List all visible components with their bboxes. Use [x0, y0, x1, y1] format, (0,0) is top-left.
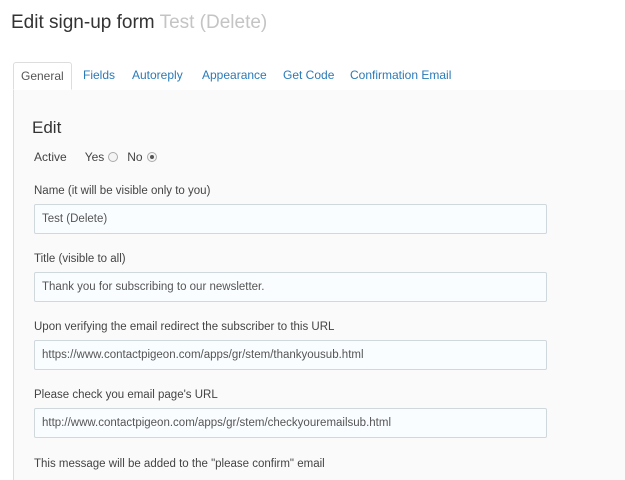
active-no-option[interactable]: No: [127, 150, 157, 164]
tab-general[interactable]: General: [13, 62, 72, 90]
active-no-radio[interactable]: [146, 152, 157, 162]
page-title-text: Edit sign-up form: [11, 12, 155, 33]
active-yes-option[interactable]: Yes: [85, 150, 119, 164]
name-input[interactable]: [34, 204, 547, 234]
redirect-url-label: Upon verifying the email redirect the su…: [34, 321, 335, 333]
check-email-url-label: Please check you email page's URL: [34, 389, 218, 401]
active-no-label: No: [127, 150, 143, 164]
section-title: Edit: [32, 118, 62, 137]
edit-panel: Edit Active Yes No Name (it will be visi…: [13, 90, 625, 480]
active-label: Active: [34, 150, 67, 164]
redirect-url-input[interactable]: [34, 340, 547, 370]
active-radio-row: Active Yes No: [34, 150, 166, 164]
tab-get-code[interactable]: Get Code: [283, 62, 334, 89]
active-yes-label: Yes: [84, 150, 105, 164]
tab-bar: General Fields Autoreply Appearance Get …: [13, 62, 625, 91]
page-title: Edit sign-up form Test (Delete): [11, 12, 267, 34]
active-yes-radio[interactable]: [108, 152, 119, 162]
form-name-subtitle: Test (Delete): [159, 12, 268, 33]
tab-confirmation-email[interactable]: Confirmation Email: [350, 62, 451, 89]
confirm-message-label: This message will be added to the "pleas…: [34, 458, 325, 470]
tab-autoreply[interactable]: Autoreply: [132, 62, 183, 89]
tab-fields[interactable]: Fields: [83, 62, 115, 89]
title-field-label: Title (visible to all): [34, 253, 126, 265]
tab-appearance[interactable]: Appearance: [202, 62, 267, 89]
check-email-url-input[interactable]: [34, 408, 547, 438]
title-input[interactable]: [34, 272, 547, 302]
name-field-label: Name (it will be visible only to you): [34, 185, 211, 197]
